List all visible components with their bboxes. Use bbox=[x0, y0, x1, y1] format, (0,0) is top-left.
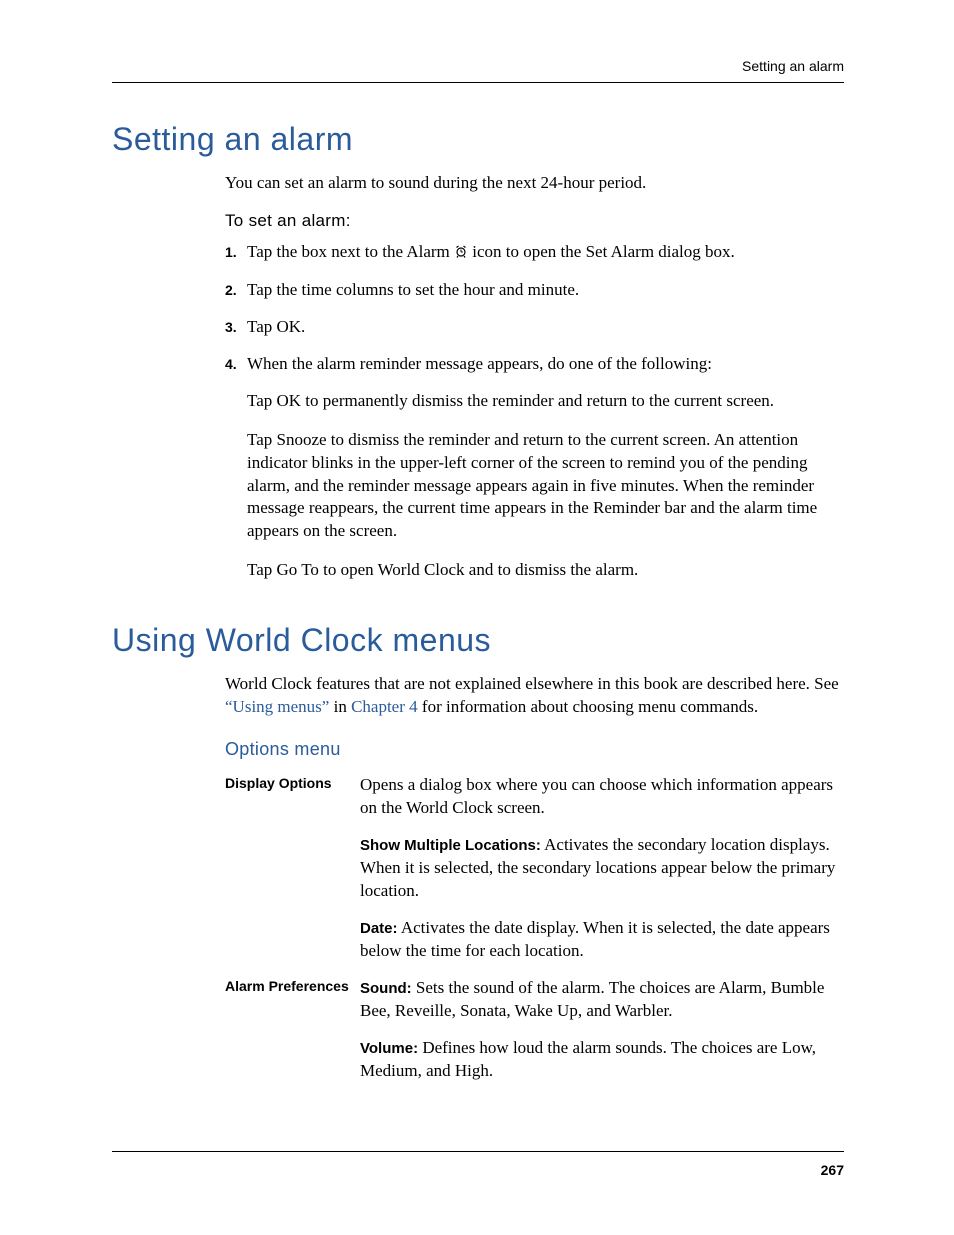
step1-text-a: Tap the box next to the Alarm bbox=[247, 242, 454, 261]
step-3: 3. Tap OK. bbox=[225, 316, 841, 339]
sub-paragraph: Tap Go To to open World Clock and to dis… bbox=[247, 559, 841, 582]
option-description: Defines how loud the alarm sounds. The c… bbox=[360, 1038, 816, 1080]
procedure-heading: To set an alarm: bbox=[225, 211, 841, 231]
option-entry: Date: Activates the date display. When i… bbox=[360, 917, 841, 963]
intro-part-a: World Clock features that are not explai… bbox=[225, 674, 839, 693]
option-label: Display Options bbox=[225, 774, 360, 977]
page-footer: 267 bbox=[112, 1151, 844, 1178]
section-heading-setting-alarm: Setting an alarm bbox=[112, 121, 844, 158]
sub-paragraph: Tap OK to permanently dismiss the remind… bbox=[247, 390, 841, 413]
option-description: Activates the date display. When it is s… bbox=[360, 918, 830, 960]
option-entry: Volume: Defines how loud the alarm sound… bbox=[360, 1037, 841, 1083]
step-2: 2. Tap the time columns to set the hour … bbox=[225, 279, 841, 302]
option-entry: Show Multiple Locations: Activates the s… bbox=[360, 834, 841, 903]
page-number: 267 bbox=[112, 1162, 844, 1178]
step-text: Tap the box next to the Alarm icon bbox=[247, 241, 841, 265]
option-entry: Sound: Sets the sound of the alarm. The … bbox=[360, 977, 841, 1023]
step-text: When the alarm reminder message appears,… bbox=[247, 353, 841, 376]
step-number: 1. bbox=[225, 244, 247, 260]
option-bold-term: Volume: bbox=[360, 1040, 418, 1057]
section-heading-world-clock-menus: Using World Clock menus bbox=[112, 622, 844, 659]
option-content: Opens a dialog box where you can choose … bbox=[360, 774, 841, 977]
sub-paragraph: Tap Snooze to dismiss the reminder and r… bbox=[247, 429, 841, 544]
step-number: 3. bbox=[225, 319, 247, 335]
step-number: 4. bbox=[225, 356, 247, 372]
option-label: Alarm Preferences bbox=[225, 977, 360, 1097]
step-number: 2. bbox=[225, 282, 247, 298]
step-4: 4. When the alarm reminder message appea… bbox=[225, 353, 841, 376]
option-bold-term: Date: bbox=[360, 920, 398, 937]
intro-text: World Clock features that are not explai… bbox=[225, 673, 841, 719]
running-header: Setting an alarm bbox=[112, 58, 844, 83]
options-menu-heading: Options menu bbox=[225, 739, 841, 760]
option-description: Sets the sound of the alarm. The choices… bbox=[360, 978, 824, 1020]
intro-part-b: in bbox=[329, 697, 351, 716]
intro-part-c: for information about choosing menu comm… bbox=[418, 697, 758, 716]
step1-text-b: icon to open the Set Alarm dialog box. bbox=[472, 242, 735, 261]
link-using-menus[interactable]: “Using menus” bbox=[225, 697, 329, 716]
link-chapter-4[interactable]: Chapter 4 bbox=[351, 697, 418, 716]
option-row-display-options: Display Options Opens a dialog box where… bbox=[225, 774, 841, 977]
page-content: Setting an alarm Setting an alarm You ca… bbox=[112, 58, 844, 1096]
alarm-clock-icon bbox=[455, 242, 467, 265]
option-entry: Opens a dialog box where you can choose … bbox=[360, 774, 841, 820]
option-content: Sound: Sets the sound of the alarm. The … bbox=[360, 977, 841, 1097]
step-text: Tap the time columns to set the hour and… bbox=[247, 279, 841, 302]
option-bold-term: Sound: bbox=[360, 980, 412, 997]
option-bold-term: Show Multiple Locations: bbox=[360, 837, 541, 854]
steps-list: 1. Tap the box next to the Alarm bbox=[225, 241, 841, 376]
options-table: Display Options Opens a dialog box where… bbox=[225, 774, 841, 1096]
intro-text: You can set an alarm to sound during the… bbox=[225, 172, 841, 195]
option-row-alarm-preferences: Alarm Preferences Sound: Sets the sound … bbox=[225, 977, 841, 1097]
step-text: Tap OK. bbox=[247, 316, 841, 339]
step-1: 1. Tap the box next to the Alarm bbox=[225, 241, 841, 265]
section2-body: World Clock features that are not explai… bbox=[225, 673, 841, 1096]
section1-body: You can set an alarm to sound during the… bbox=[225, 172, 841, 582]
